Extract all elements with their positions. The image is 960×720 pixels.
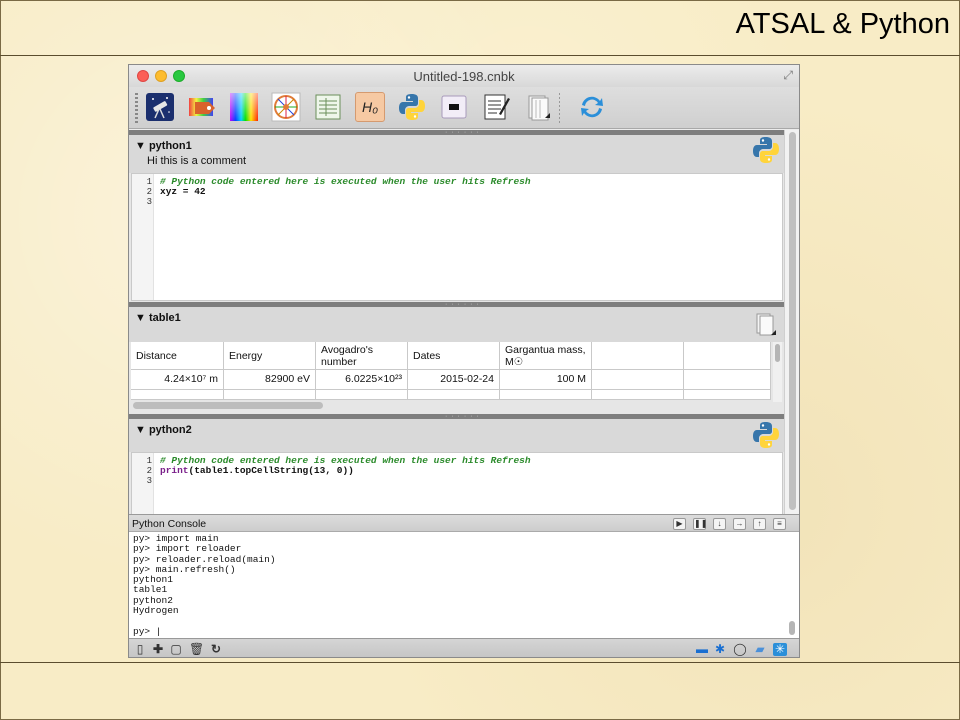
document-vertical-scrollbar[interactable] bbox=[784, 130, 799, 514]
spectrum-icon[interactable] bbox=[229, 92, 259, 122]
bottom-bar: ▯ ✚ ▢ 🗑 ↻ ▬ ✱ ◯ ▰ ✳ bbox=[129, 638, 799, 657]
scrollbar-thumb[interactable] bbox=[789, 132, 796, 510]
code-text: (table1.topCellString(13, 0)) bbox=[188, 465, 354, 476]
reload-icon[interactable]: ↻ bbox=[209, 643, 223, 656]
title-rule bbox=[0, 55, 960, 56]
table-cell-empty[interactable] bbox=[224, 390, 316, 400]
python-icon bbox=[753, 422, 779, 448]
console-scrollbar[interactable] bbox=[788, 535, 797, 635]
table-cell-empty[interactable] bbox=[684, 390, 771, 400]
python1-cell-header[interactable]: ▼ python1 Hi this is a comment bbox=[129, 135, 785, 173]
step-out-icon[interactable]: ↑ bbox=[753, 518, 766, 530]
sidebar-toggle-icon[interactable]: ▯ bbox=[133, 643, 147, 656]
line-number-gutter: 1 2 3 bbox=[132, 453, 154, 523]
stack-icon[interactable] bbox=[755, 313, 777, 337]
python1-code-editor[interactable]: 1 2 3 # Python code entered here is exec… bbox=[131, 173, 783, 301]
toolbar-grip[interactable] bbox=[135, 93, 138, 123]
slide-title: ATSAL & Python bbox=[735, 8, 950, 40]
python1-comment: Hi this is a comment bbox=[147, 155, 247, 167]
hubble-constant-icon[interactable]: H₀ bbox=[355, 92, 385, 122]
print-keyword: print bbox=[160, 465, 189, 476]
tag-icon[interactable] bbox=[187, 92, 217, 122]
table-cell[interactable]: 6.0225×10²³ bbox=[316, 370, 408, 390]
table-cell-empty[interactable] bbox=[592, 370, 684, 390]
python-icon bbox=[753, 137, 779, 163]
step-over-icon[interactable]: → bbox=[733, 518, 746, 530]
table-cell[interactable]: 100 M bbox=[500, 370, 592, 390]
column-header-empty[interactable] bbox=[684, 342, 771, 370]
notebook-document: · · · · · · ▼ python1 Hi this is a comme… bbox=[129, 129, 785, 524]
toolbar: H₀ bbox=[129, 87, 799, 129]
menu-icon[interactable]: ≡ bbox=[773, 518, 786, 530]
table-cell-empty[interactable] bbox=[408, 390, 500, 400]
circle-icon[interactable]: ◯ bbox=[733, 643, 747, 656]
table-cell[interactable]: 4.24×10⁷ m bbox=[131, 370, 224, 390]
line-number: 2 bbox=[146, 466, 152, 476]
footer-rule bbox=[0, 662, 960, 663]
line-number: 1 bbox=[146, 177, 152, 187]
column-header[interactable]: Energy bbox=[224, 342, 316, 370]
console-title: Python Console bbox=[132, 518, 207, 530]
table-cell-empty[interactable] bbox=[131, 390, 224, 400]
table1-cell-name[interactable]: ▼ table1 bbox=[135, 312, 181, 324]
display-icon[interactable] bbox=[439, 92, 469, 122]
fullscreen-icon[interactable]: ⤢ bbox=[783, 68, 793, 83]
column-header[interactable]: Avogadro's number bbox=[316, 342, 408, 370]
table-cell[interactable]: 82900 eV bbox=[224, 370, 316, 390]
folder-icon[interactable]: ▰ bbox=[753, 643, 767, 656]
color-wheel-icon[interactable] bbox=[271, 92, 301, 122]
bug-icon[interactable]: ✱ bbox=[713, 643, 727, 656]
line-number: 3 bbox=[146, 197, 152, 207]
stack-icon[interactable] bbox=[523, 92, 553, 122]
run-icon[interactable]: ▶ bbox=[673, 518, 686, 530]
table-cell-empty[interactable] bbox=[500, 390, 592, 400]
trash-icon[interactable]: 🗑 bbox=[189, 643, 204, 656]
code-line: # Python code entered here is executed w… bbox=[160, 176, 531, 187]
toolbar-separator bbox=[559, 93, 560, 123]
table-cell-empty[interactable] bbox=[684, 370, 771, 390]
add-icon[interactable]: ✚ bbox=[151, 643, 165, 656]
line-number: 3 bbox=[146, 476, 152, 486]
python1-cell-name[interactable]: ▼ python1 bbox=[135, 140, 192, 152]
table-cell-empty[interactable] bbox=[316, 390, 408, 400]
table-cell-empty[interactable] bbox=[592, 390, 684, 400]
table1-cell-header[interactable]: ▼ table1 bbox=[129, 307, 785, 342]
pause-icon[interactable]: ❚❚ bbox=[693, 518, 707, 530]
python-icon[interactable] bbox=[397, 92, 427, 122]
title-bar: Untitled-198.cnbk ⤢ bbox=[129, 65, 799, 87]
panel-icon[interactable]: ▬ bbox=[695, 643, 709, 656]
window-title: Untitled-198.cnbk bbox=[413, 69, 515, 84]
code-line: print(table1.topCellString(13, 0)) bbox=[160, 465, 354, 476]
column-header[interactable]: Gargantua mass, M☉ bbox=[500, 342, 592, 370]
console-header: Python Console ▶ ❚❚ ↓ → ↑ ≡ bbox=[129, 514, 799, 532]
data-table[interactable]: Distance Energy Avogadro's number Dates … bbox=[131, 342, 771, 400]
star-icon[interactable]: ✳ bbox=[773, 643, 787, 656]
line-number-gutter: 1 2 3 bbox=[132, 174, 154, 300]
scrollbar-thumb[interactable] bbox=[775, 344, 780, 362]
python-console-output[interactable]: py> import main py> import reloader py> … bbox=[129, 532, 799, 638]
column-header[interactable]: Dates bbox=[408, 342, 500, 370]
line-number: 1 bbox=[146, 456, 152, 466]
table-icon[interactable] bbox=[313, 92, 343, 122]
python2-cell-name[interactable]: ▼ python2 bbox=[135, 424, 192, 436]
notebook-icon[interactable] bbox=[481, 92, 511, 122]
new-cell-icon[interactable]: ▢ bbox=[169, 643, 183, 656]
refresh-icon[interactable] bbox=[577, 92, 607, 122]
code-line: xyz = 42 bbox=[160, 186, 206, 197]
table-vertical-scrollbar[interactable] bbox=[773, 342, 782, 402]
app-window: Untitled-198.cnbk ⤢ H₀ · · · · · · ▼ pyt… bbox=[128, 64, 800, 658]
step-down-icon[interactable]: ↓ bbox=[713, 518, 726, 530]
line-number: 2 bbox=[146, 187, 152, 197]
table-cell[interactable]: 2015-02-24 bbox=[408, 370, 500, 390]
telescope-icon[interactable] bbox=[145, 92, 175, 122]
column-header-empty[interactable] bbox=[592, 342, 684, 370]
scrollbar-thumb[interactable] bbox=[789, 621, 795, 635]
table-horizontal-scrollbar[interactable] bbox=[133, 402, 323, 409]
console-text: py> import main py> import reloader py> … bbox=[133, 533, 276, 637]
python2-cell-header[interactable]: ▼ python2 bbox=[129, 419, 785, 452]
column-header[interactable]: Distance bbox=[131, 342, 224, 370]
